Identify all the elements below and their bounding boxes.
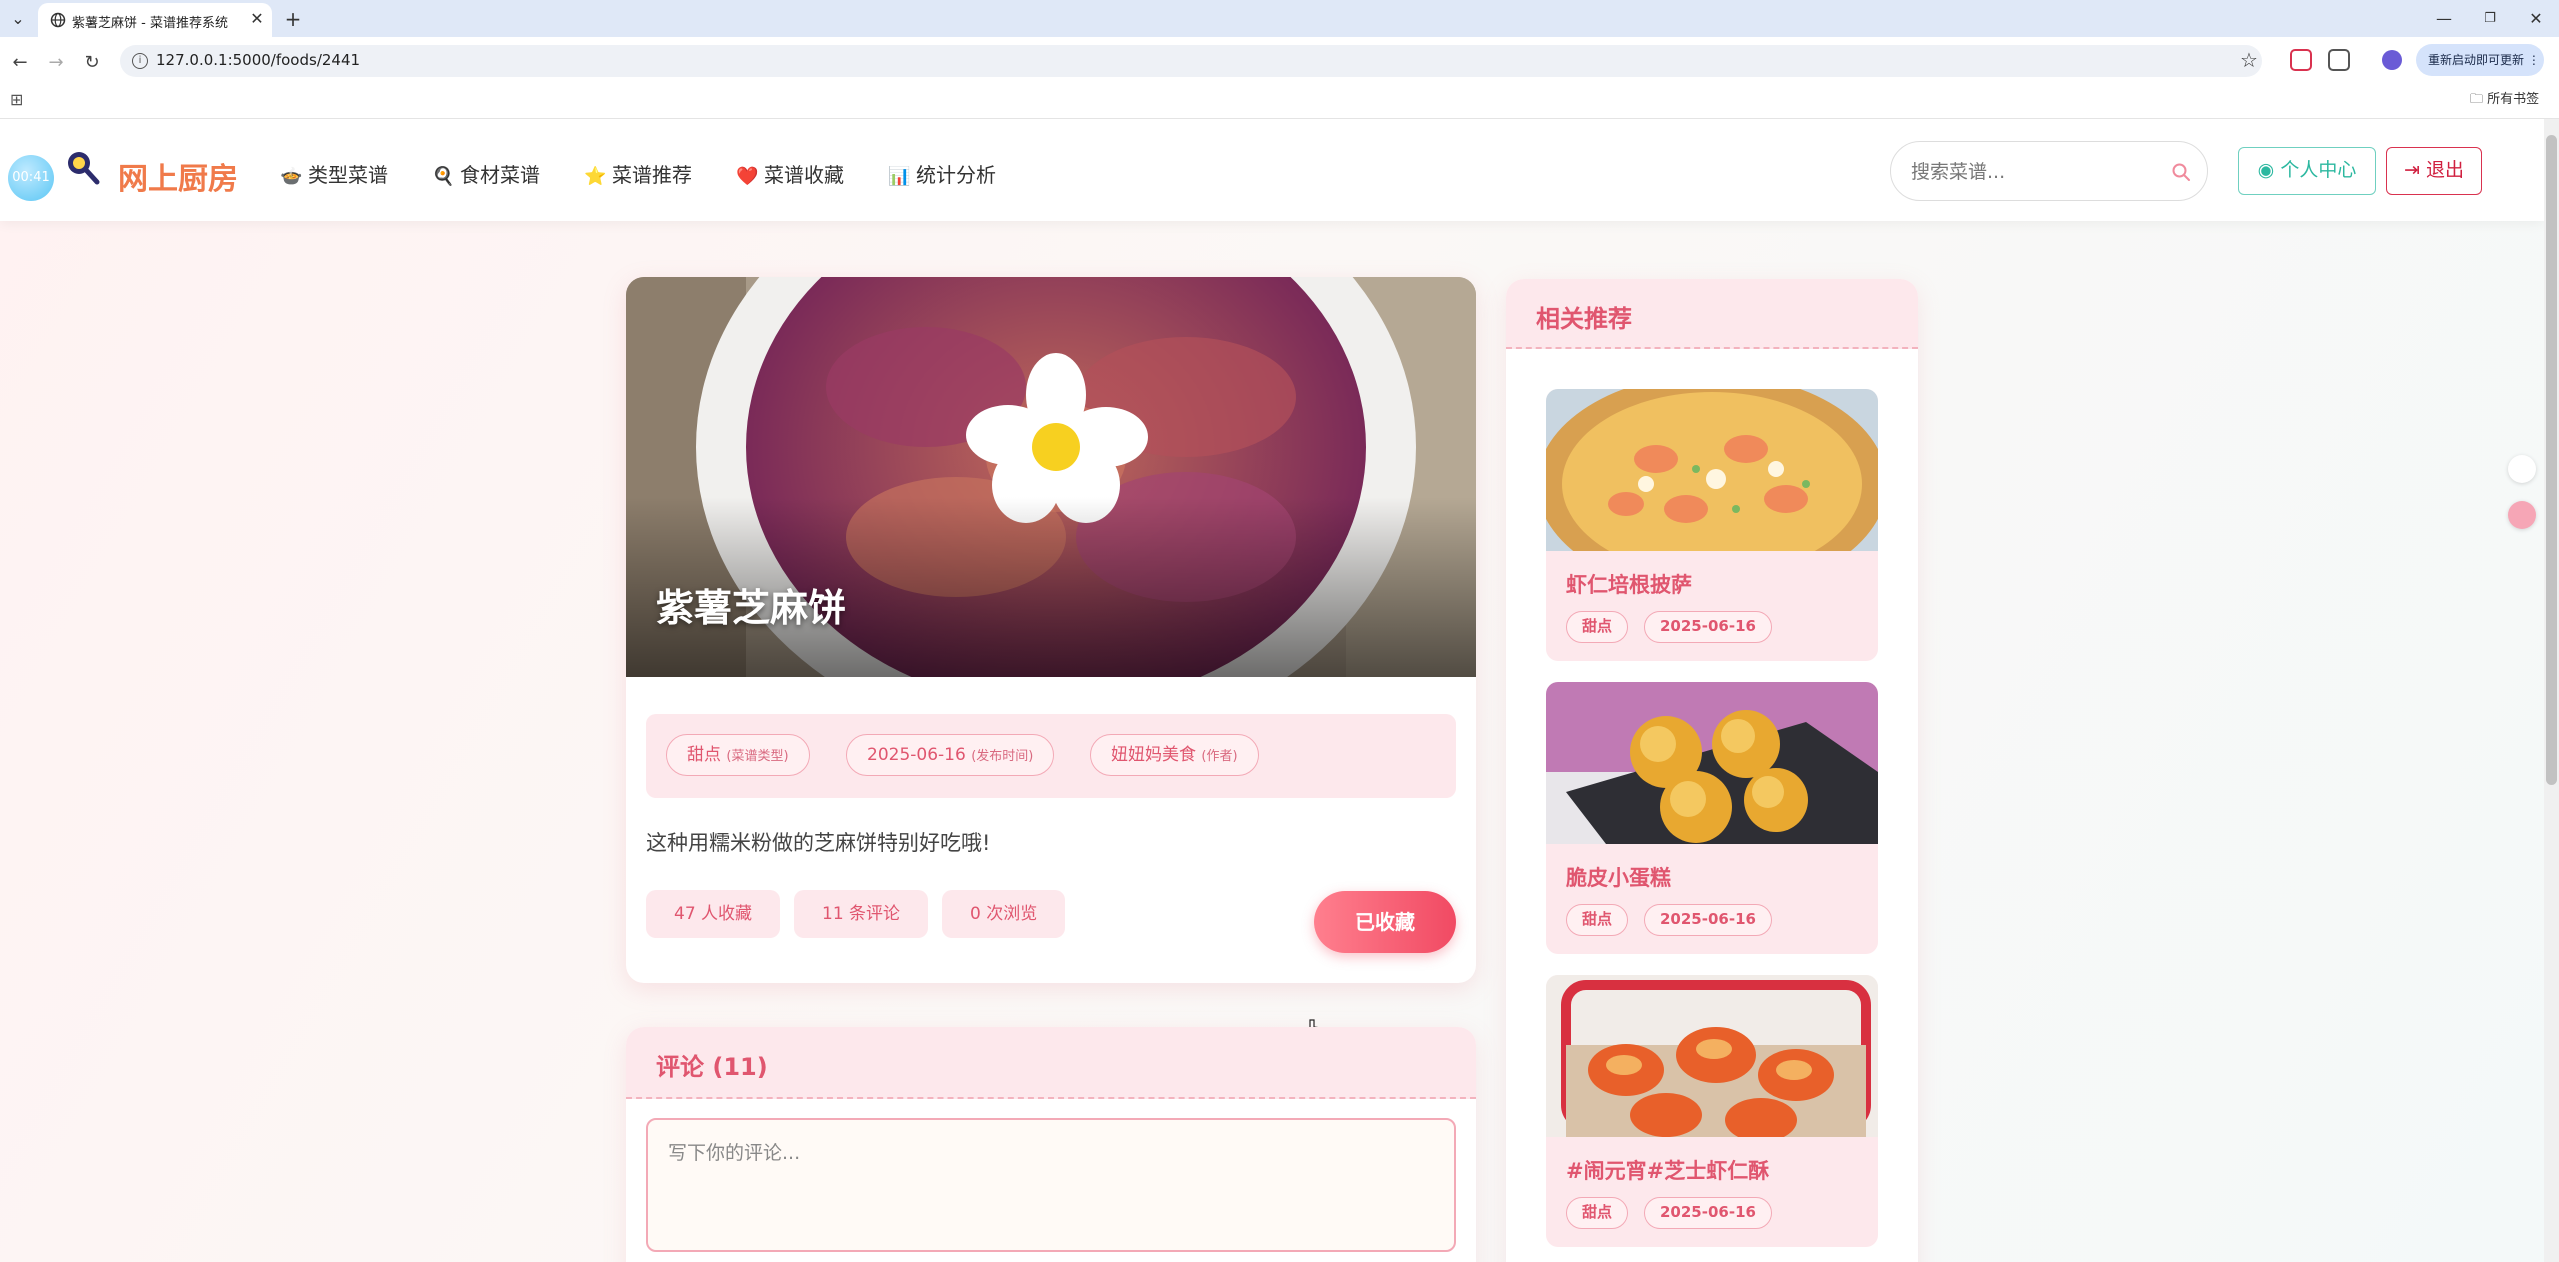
user-center-button[interactable]: ◉ 个人中心 [2238, 147, 2376, 195]
recommend-card[interactable]: #闹元宵#芝士虾仁酥 甜点 2025-06-16 [1546, 975, 1878, 1247]
search-box [1890, 141, 2208, 201]
egg-pan-icon: 🍳 [432, 166, 455, 187]
recommend-category-tag: 甜点 [1566, 1197, 1629, 1229]
recommend-image [1546, 682, 1878, 844]
nav-label: 菜谱推荐 [612, 163, 692, 187]
recommend-date-tag: 2025-06-16 [1644, 1197, 1772, 1229]
nav-favorites[interactable]: ❤️ 菜谱收藏 [736, 159, 844, 188]
recommend-category-tag: 甜点 [1566, 611, 1629, 643]
comments-header: 评论 (11) [626, 1027, 1476, 1099]
browser-tab[interactable]: 紫薯芝麻饼 - 菜谱推荐系统 ✕ [38, 3, 272, 37]
logout-icon: ⇥ [2404, 159, 2420, 181]
globe-icon [50, 12, 66, 28]
sidebar-title: 相关推荐 [1536, 305, 1632, 333]
reload-icon[interactable]: ↻ [78, 49, 106, 77]
search-icon[interactable] [2171, 162, 2191, 182]
comments-count: 11 条评论 [794, 890, 929, 938]
author-value: 妞妞妈美食 [1111, 745, 1196, 765]
category-tag[interactable]: 甜点 (菜谱类型) [666, 734, 810, 776]
comments-section: 评论 (11) [626, 1027, 1476, 1262]
forward-arrow-icon[interactable]: → [42, 49, 70, 77]
date-note: (发布时间) [971, 749, 1034, 764]
category-value: 甜点 [687, 745, 721, 765]
extensions-puzzle-icon[interactable] [2328, 49, 2350, 71]
favorites-count: 47 人收藏 [646, 890, 781, 938]
tab-title: 紫薯芝麻饼 - 菜谱推荐系统 [72, 16, 228, 31]
recommend-name[interactable]: 脆皮小蛋糕 [1566, 862, 1671, 892]
comments-title: 评论 (11) [656, 1053, 768, 1081]
comment-input[interactable] [646, 1118, 1456, 1252]
recommend-name[interactable]: 虾仁培根披萨 [1566, 569, 1692, 599]
bar-chart-icon: 📊 [888, 166, 911, 187]
date-value: 2025-06-16 [867, 745, 966, 765]
tab-search-chevron-icon[interactable]: ⌄ [6, 7, 30, 31]
browser-tab-strip [0, 0, 2559, 37]
restore-icon[interactable]: ❐ [2470, 6, 2510, 32]
favorite-button[interactable]: 已收藏 [1314, 891, 1456, 953]
extension-icon[interactable] [2290, 49, 2312, 71]
nav-recommend[interactable]: ⭐ 菜谱推荐 [584, 159, 692, 188]
site-logo[interactable]: 网上厨房 [118, 154, 238, 198]
site-header: 00:41 网上厨房 🍲 类型菜谱 🍳 食材菜谱 ⭐ 菜谱推荐 ❤️ 菜谱收藏 📊 统计分… [0, 119, 2544, 221]
recommend-date-tag: 2025-06-16 [1644, 611, 1772, 643]
views-count: 0 次浏览 [942, 890, 1066, 938]
recipe-card: 紫薯芝麻饼 甜点 (菜谱类型) 2025-06-16 (发布时间) 妞妞妈美食 … [626, 277, 1476, 983]
side-tool-translate-icon[interactable] [2508, 501, 2536, 529]
recommend-card[interactable]: 虾仁培根披萨 甜点 2025-06-16 [1546, 389, 1878, 661]
heart-icon: ❤️ [736, 166, 759, 187]
nav-label: 菜谱收藏 [764, 163, 844, 187]
nav-label: 类型菜谱 [308, 163, 388, 187]
author-tag[interactable]: 妞妞妈美食 (作者) [1090, 734, 1259, 776]
nav-type-recipes[interactable]: 🍲 类型菜谱 [280, 159, 388, 188]
url-text[interactable]: 127.0.0.1:5000/foods/2441 [156, 51, 360, 69]
bookmark-star-icon[interactable]: ☆ [2240, 48, 2258, 72]
recipe-title: 紫薯芝麻饼 [656, 586, 847, 630]
category-note: (菜谱类型) [726, 749, 789, 764]
star-icon: ⭐ [584, 166, 607, 187]
nav-ingredient-recipes[interactable]: 🍳 食材菜谱 [432, 159, 540, 188]
side-tool-grid-icon[interactable] [2508, 455, 2536, 483]
nav-statistics[interactable]: 📊 统计分析 [888, 159, 996, 188]
page-viewport: 00:41 网上厨房 🍲 类型菜谱 🍳 食材菜谱 ⭐ 菜谱推荐 ❤️ 菜谱收藏 📊 统计分… [0, 119, 2544, 1262]
date-tag: 2025-06-16 (发布时间) [846, 734, 1055, 776]
logout-label: 退出 [2425, 159, 2464, 181]
search-input[interactable] [1911, 158, 2151, 186]
sidebar-header: 相关推荐 [1506, 279, 1918, 349]
site-info-icon[interactable]: i [132, 53, 148, 69]
user-center-label: 个人中心 [2280, 159, 2357, 181]
author-note: (作者) [1201, 749, 1238, 764]
close-tab-icon[interactable]: ✕ [246, 8, 268, 30]
nav-label: 统计分析 [916, 163, 996, 187]
recipe-meta: 甜点 (菜谱类型) 2025-06-16 (发布时间) 妞妞妈美食 (作者) [646, 714, 1456, 798]
window-close-icon[interactable]: ✕ [2516, 6, 2556, 32]
recommend-category-tag: 甜点 [1566, 904, 1629, 936]
minimize-icon[interactable]: — [2424, 6, 2464, 32]
back-arrow-icon[interactable]: ← [6, 49, 34, 77]
magnifier-logo-icon [68, 152, 100, 185]
related-recommendations: 相关推荐 虾仁培根披萨 甜点 2025-06-16 脆皮小蛋糕 甜点 2025-… [1506, 279, 1918, 1262]
all-bookmarks-link[interactable]: 🗀 所有书签 [2470, 88, 2539, 112]
update-button[interactable]: 重新启动即可更新 ⋮ [2416, 44, 2544, 76]
pot-icon: 🍲 [280, 166, 303, 187]
recommend-name[interactable]: #闹元宵#芝士虾仁酥 [1566, 1155, 1769, 1185]
recommend-date-tag: 2025-06-16 [1644, 904, 1772, 936]
recommend-image [1546, 975, 1878, 1137]
logout-button[interactable]: ⇥ 退出 [2386, 147, 2482, 195]
nav-label: 食材菜谱 [460, 163, 540, 187]
recommend-image [1546, 389, 1878, 551]
address-bar[interactable] [120, 45, 2262, 77]
timer-badge: 00:41 [8, 155, 54, 201]
scrollbar-thumb[interactable] [2546, 135, 2557, 785]
all-bookmarks-label: 所有书签 [2487, 92, 2540, 107]
recipe-description: 这种用糯米粉做的芝麻饼特别好吃哦! [646, 831, 991, 855]
apps-grid-icon[interactable]: ⊞ [10, 90, 23, 109]
profile-avatar-icon[interactable] [2382, 50, 2402, 70]
new-tab-icon[interactable]: + [280, 6, 306, 32]
recommend-card[interactable]: 脆皮小蛋糕 甜点 2025-06-16 [1546, 682, 1878, 954]
user-circle-icon: ◉ [2257, 159, 2275, 181]
bookmarks-bar [0, 85, 2559, 119]
recipe-image: 紫薯芝麻饼 [626, 277, 1476, 677]
